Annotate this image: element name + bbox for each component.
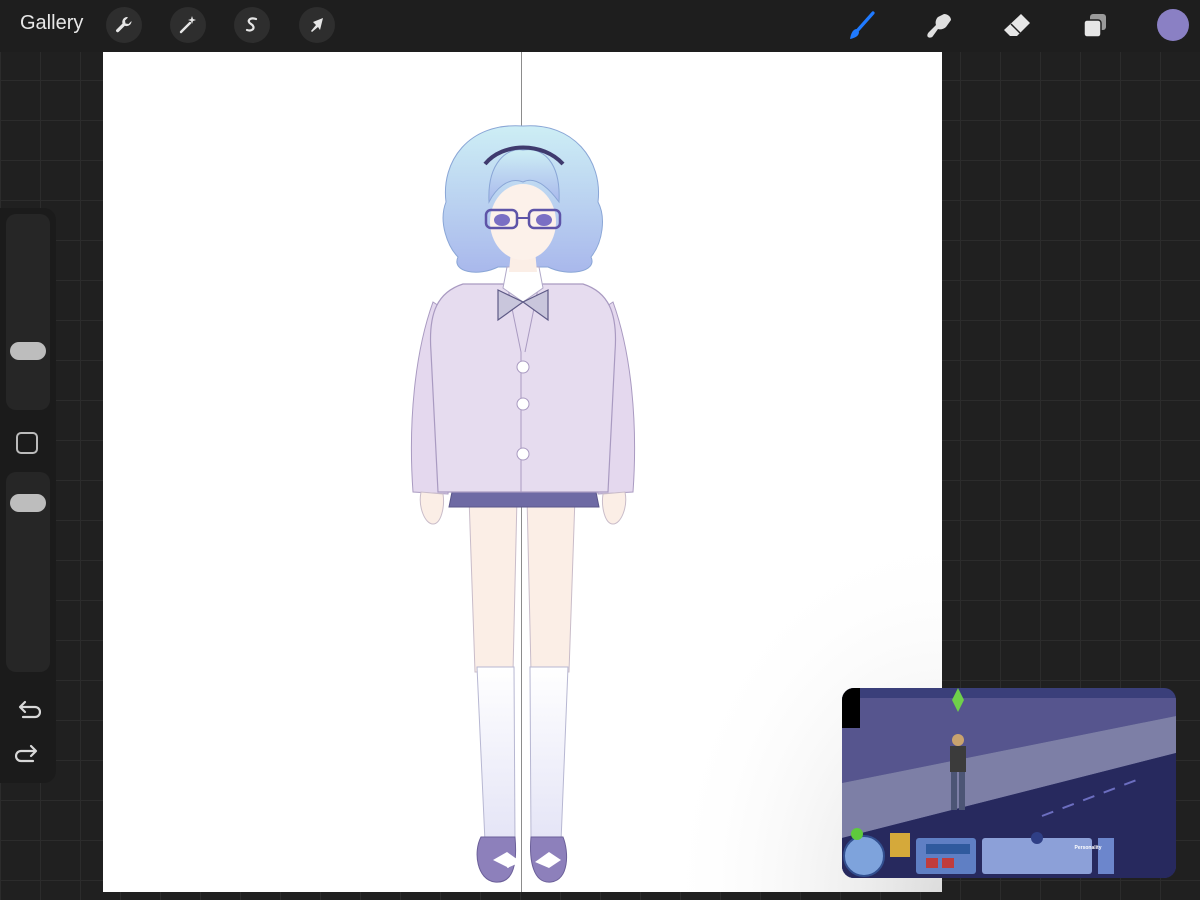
smudge-icon — [927, 14, 951, 38]
left-sidebar — [0, 208, 56, 783]
selection-icon — [245, 17, 258, 32]
brush-size-slider[interactable] — [6, 214, 50, 410]
brush-icon — [850, 11, 875, 39]
layers-icon — [1083, 14, 1106, 38]
eraser-tool-button[interactable] — [997, 6, 1037, 46]
selection-button[interactable] — [234, 7, 270, 43]
adjustments-button[interactable] — [170, 7, 206, 43]
smudge-tool-button[interactable] — [919, 6, 959, 46]
wrench-icon — [116, 17, 132, 33]
brush-tool-button[interactable] — [842, 6, 882, 46]
personality-panel-title: Personality — [1074, 845, 1102, 851]
eraser-icon — [1004, 14, 1030, 36]
layers-button[interactable] — [1075, 6, 1115, 46]
modify-button[interactable] — [16, 432, 38, 454]
undo-button[interactable] — [12, 696, 44, 724]
undo-icon — [18, 700, 41, 719]
picture-in-picture-video[interactable]: Personality — [842, 688, 1176, 878]
opacity-handle[interactable] — [10, 494, 46, 512]
color-picker-button[interactable] — [1157, 9, 1189, 41]
brush-size-handle[interactable] — [10, 342, 46, 360]
character-drawing — [410, 125, 942, 892]
top-toolbar: Gallery — [0, 0, 1200, 52]
transform-arrow-icon — [311, 18, 323, 32]
opacity-slider[interactable] — [6, 472, 50, 672]
gallery-button[interactable]: Gallery — [20, 12, 83, 35]
drawing-canvas[interactable] — [103, 52, 942, 892]
redo-button[interactable] — [12, 740, 44, 768]
actions-wrench-button[interactable] — [106, 7, 142, 43]
transform-button[interactable] — [299, 7, 335, 43]
magic-wand-icon — [179, 16, 196, 34]
redo-icon — [15, 744, 38, 763]
